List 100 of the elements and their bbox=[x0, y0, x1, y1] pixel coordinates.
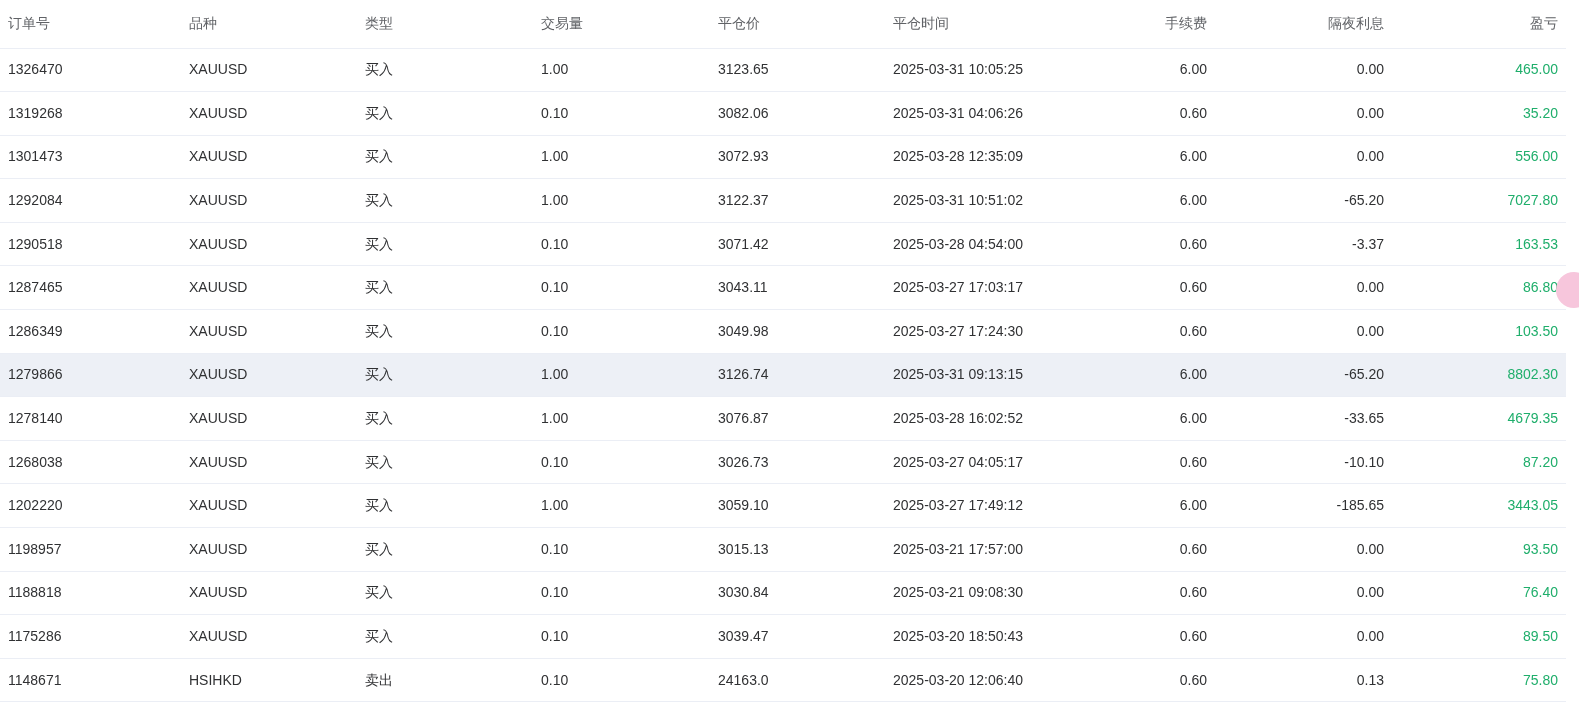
column-header: 平仓时间 bbox=[885, 0, 1039, 48]
column-header: 手续费 bbox=[1039, 0, 1215, 48]
table-cell: 买入 bbox=[357, 309, 533, 354]
table-cell: 1278140 bbox=[0, 396, 181, 441]
column-header: 品种 bbox=[181, 0, 357, 48]
table-cell: -3.37 bbox=[1215, 222, 1392, 266]
table-cell: 买入 bbox=[357, 483, 533, 528]
table-cell: -185.65 bbox=[1215, 483, 1392, 528]
table-cell: 1.00 bbox=[533, 178, 710, 223]
profit-cell: 87.20 bbox=[1392, 440, 1566, 484]
table-cell: 买入 bbox=[357, 571, 533, 615]
table-cell: 买入 bbox=[357, 135, 533, 179]
table-cell: 2025-03-31 10:51:02 bbox=[885, 178, 1039, 223]
table-cell: 买入 bbox=[357, 396, 533, 441]
table-cell: 1279866 bbox=[0, 353, 181, 397]
table-cell: XAUUSD bbox=[181, 265, 357, 310]
column-header: 平仓价 bbox=[710, 0, 885, 48]
table-cell: 0.00 bbox=[1215, 135, 1392, 179]
table-row[interactable]: 1292084 XAUUSD 买入 1.00 3122.37 2025-03-31 10:51:02 6.00 -65.20 7027.80 bbox=[0, 178, 1566, 223]
table-cell: 0.60 bbox=[1039, 309, 1215, 354]
table-cell: XAUUSD bbox=[181, 483, 357, 528]
table-cell: 3071.42 bbox=[710, 222, 885, 266]
table-cell: XAUUSD bbox=[181, 48, 357, 92]
table-cell: 2025-03-28 04:54:00 bbox=[885, 222, 1039, 266]
table-cell: 0.00 bbox=[1215, 614, 1392, 659]
table-cell: XAUUSD bbox=[181, 353, 357, 397]
table-cell: 0.60 bbox=[1039, 440, 1215, 484]
table-cell: 6.00 bbox=[1039, 396, 1215, 441]
table-cell: 1198957 bbox=[0, 527, 181, 572]
table-row[interactable]: 1290518 XAUUSD 买入 0.10 3071.42 2025-03-28 04:54:00 0.60 -3.37 163.53 bbox=[0, 222, 1566, 266]
table-cell: 0.60 bbox=[1039, 527, 1215, 572]
table-cell: 2025-03-21 17:57:00 bbox=[885, 527, 1039, 572]
table-cell: 1286349 bbox=[0, 309, 181, 354]
table-cell: XAUUSD bbox=[181, 222, 357, 266]
table-cell: 0.00 bbox=[1215, 527, 1392, 572]
table-row[interactable]: 1188818 XAUUSD 买入 0.10 3030.84 2025-03-21 09:08:30 0.60 0.00 76.40 bbox=[0, 571, 1566, 615]
table-cell: 6.00 bbox=[1039, 135, 1215, 179]
table-row[interactable]: 1198957 XAUUSD 买入 0.10 3015.13 2025-03-21 17:57:00 0.60 0.00 93.50 bbox=[0, 527, 1566, 572]
table-cell: 0.00 bbox=[1215, 48, 1392, 92]
table-cell: 1290518 bbox=[0, 222, 181, 266]
table-cell: -10.10 bbox=[1215, 440, 1392, 484]
column-header: 隔夜利息 bbox=[1215, 0, 1392, 48]
column-header: 类型 bbox=[357, 0, 533, 48]
table-cell: 3072.93 bbox=[710, 135, 885, 179]
profit-cell: 103.50 bbox=[1392, 309, 1566, 354]
profit-cell: 556.00 bbox=[1392, 135, 1566, 179]
table-cell: 1175286 bbox=[0, 614, 181, 659]
profit-cell: 75.80 bbox=[1392, 658, 1566, 702]
table-row[interactable]: 1326470 XAUUSD 买入 1.00 3123.65 2025-03-31 10:05:25 6.00 0.00 465.00 bbox=[0, 48, 1566, 92]
table-cell: 0.00 bbox=[1215, 91, 1392, 136]
table-cell: XAUUSD bbox=[181, 135, 357, 179]
table-row[interactable]: 1278140 XAUUSD 买入 1.00 3076.87 2025-03-28 16:02:52 6.00 -33.65 4679.35 bbox=[0, 396, 1566, 441]
table-cell: 3030.84 bbox=[710, 571, 885, 615]
table-cell: 0.10 bbox=[533, 222, 710, 266]
table-cell: 3126.74 bbox=[710, 353, 885, 397]
table-cell: 1.00 bbox=[533, 396, 710, 441]
table-cell: -33.65 bbox=[1215, 396, 1392, 441]
table-cell: XAUUSD bbox=[181, 309, 357, 354]
table-cell: 0.10 bbox=[533, 440, 710, 484]
table-cell: 2025-03-31 10:05:25 bbox=[885, 48, 1039, 92]
profit-cell: 93.50 bbox=[1392, 527, 1566, 572]
highlighted-row[interactable]: 1279866 XAUUSD 买入 1.00 3126.74 2025-03-31 09:13:15 6.00 -65.20 8802.30 bbox=[0, 353, 1566, 397]
table-row[interactable]: 1319268 XAUUSD 买入 0.10 3082.06 2025-03-31 04:06:26 0.60 0.00 35.20 bbox=[0, 91, 1566, 136]
table-cell: 6.00 bbox=[1039, 353, 1215, 397]
profit-cell: 35.20 bbox=[1392, 91, 1566, 136]
table-cell: 2025-03-20 12:06:40 bbox=[885, 658, 1039, 702]
table-cell: 6.00 bbox=[1039, 48, 1215, 92]
table-cell: 3039.47 bbox=[710, 614, 885, 659]
table-cell: 0.60 bbox=[1039, 91, 1215, 136]
column-header: 盈亏 bbox=[1392, 0, 1566, 48]
profit-cell: 7027.80 bbox=[1392, 178, 1566, 223]
table-cell: 0.10 bbox=[533, 614, 710, 659]
table-row[interactable]: 1175286 XAUUSD 买入 0.10 3039.47 2025-03-20 18:50:43 0.60 0.00 89.50 bbox=[0, 614, 1566, 659]
table-cell: 2025-03-31 04:06:26 bbox=[885, 91, 1039, 136]
table-cell: 0.60 bbox=[1039, 658, 1215, 702]
table-row[interactable]: 1202220 XAUUSD 买入 1.00 3059.10 2025-03-27 17:49:12 6.00 -185.65 3443.05 bbox=[0, 483, 1566, 528]
table-cell: 6.00 bbox=[1039, 483, 1215, 528]
table-cell: 6.00 bbox=[1039, 178, 1215, 223]
profit-cell: 89.50 bbox=[1392, 614, 1566, 659]
table-cell: 0.00 bbox=[1215, 265, 1392, 310]
table-cell: 0.60 bbox=[1039, 614, 1215, 659]
table-cell: 1148671 bbox=[0, 658, 181, 702]
table-cell: 买入 bbox=[357, 48, 533, 92]
table-cell: -65.20 bbox=[1215, 353, 1392, 397]
table-cell: 0.10 bbox=[533, 571, 710, 615]
table-row[interactable]: 1148671 HSIHKD 卖出 0.10 24163.0 2025-03-20 12:06:40 0.60 0.13 75.80 bbox=[0, 658, 1566, 702]
table-row[interactable]: 1268038 XAUUSD 买入 0.10 3026.73 2025-03-27 04:05:17 0.60 -10.10 87.20 bbox=[0, 440, 1566, 484]
table-cell: HSIHKD bbox=[181, 658, 357, 702]
column-header: 交易量 bbox=[533, 0, 710, 48]
table-cell: 1188818 bbox=[0, 571, 181, 615]
table-cell: 买入 bbox=[357, 614, 533, 659]
table-cell: 买入 bbox=[357, 178, 533, 223]
table-cell: XAUUSD bbox=[181, 396, 357, 441]
table-cell: 3026.73 bbox=[710, 440, 885, 484]
table-cell: 0.60 bbox=[1039, 265, 1215, 310]
table-cell: 买入 bbox=[357, 265, 533, 310]
table-row[interactable]: 1286349 XAUUSD 买入 0.10 3049.98 2025-03-27 17:24:30 0.60 0.00 103.50 bbox=[0, 309, 1566, 354]
table-cell: 0.13 bbox=[1215, 658, 1392, 702]
profit-cell: 163.53 bbox=[1392, 222, 1566, 266]
table-row[interactable]: 1301473 XAUUSD 买入 1.00 3072.93 2025-03-28 12:35:09 6.00 0.00 556.00 bbox=[0, 135, 1566, 179]
